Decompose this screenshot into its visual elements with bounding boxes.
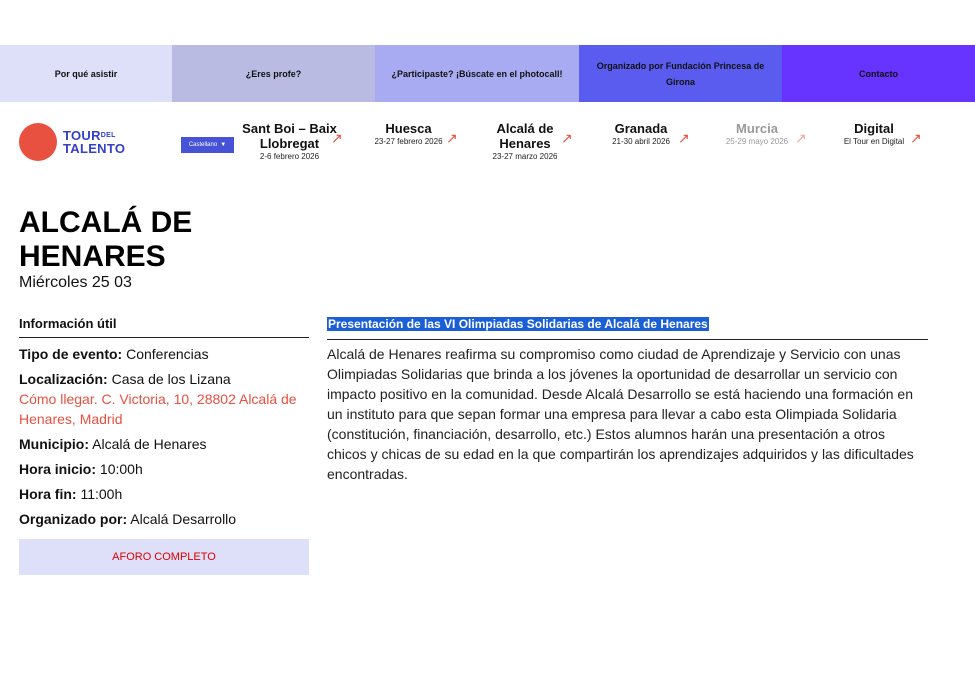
logo-circle-icon — [19, 123, 57, 161]
info-localizacion: Localización: Casa de los Lizana — [19, 369, 309, 389]
tour-del-talento-logo[interactable]: TOURDEL TALENTO — [19, 123, 159, 163]
city-digital[interactable]: Digital El Tour en Digital ↗ — [836, 121, 922, 148]
city-date: 23-27 febrero 2026 — [374, 137, 443, 146]
language-selected-label: Castellano — [188, 142, 218, 148]
arrow-up-right-icon: ↗ — [678, 130, 690, 146]
event-date: Miércoles 25 03 — [19, 274, 132, 291]
city-granada[interactable]: Granada 21-30 abril 2026 ↗ — [602, 121, 690, 148]
arrow-up-right-icon: ↗ — [561, 130, 573, 146]
nav-photocall[interactable]: ¿Participaste? ¡Búscate en el photocall! — [375, 45, 579, 102]
city-name: Huesca — [385, 121, 432, 136]
info-value: 11:00h — [80, 486, 123, 502]
info-value: Conferencias — [126, 346, 209, 362]
city-date: 21-30 abril 2026 — [612, 137, 670, 146]
city-date: 2-6 febrero 2026 — [259, 152, 320, 161]
info-organizado-por: Organizado por: Alcalá Desarrollo — [19, 509, 309, 529]
info-heading: Información útil — [19, 316, 309, 338]
arrow-up-right-icon: ↗ — [910, 130, 922, 146]
city-date: 25-29 mayo 2026 — [725, 137, 789, 146]
event-heading: Presentación de las VI Olimpiadas Solida… — [327, 315, 928, 340]
top-navigation: Por qué asistir ¿Eres profe? ¿Participas… — [0, 45, 975, 102]
info-value: Alcalá de Henares — [92, 436, 207, 452]
directions-link[interactable]: Cómo llegar. C. Victoria, 10, 28802 Alca… — [19, 391, 297, 427]
city-date: 23-27 marzo 2026 — [492, 152, 558, 161]
event-description: Alcalá de Henares reafirma su compromiso… — [327, 346, 914, 482]
info-value: Casa de los Lizana — [111, 371, 231, 387]
city-name: Alcalá de Henares — [496, 121, 554, 151]
page-title: ALCALÁ DE HENARES — [19, 206, 193, 273]
city-murcia[interactable]: Murcia 25-29 mayo 2026 ↗ — [717, 121, 807, 148]
city-name: Sant Boi – Baix Llobregat — [242, 121, 337, 151]
nav-contacto[interactable]: Contacto — [782, 45, 975, 102]
info-label: Tipo de evento: — [19, 346, 123, 362]
event-heading-text: Presentación de las VI Olimpiadas Solida… — [327, 317, 709, 331]
arrow-up-right-icon: ↗ — [795, 130, 807, 146]
logo-word-talento: TALENTO — [63, 141, 126, 156]
arrow-up-right-icon: ↗ — [446, 130, 458, 146]
aforo-completo-button[interactable]: AFORO COMPLETO — [19, 539, 309, 575]
logo-word-del: DEL — [100, 132, 116, 139]
city-date: El Tour en Digital — [843, 137, 905, 146]
nav-organizado-por[interactable]: Organizado por Fundación Princesa de Gir… — [579, 45, 782, 102]
info-label: Hora inicio: — [19, 461, 97, 477]
info-label: Localización: — [19, 371, 108, 387]
info-label: Hora fin: — [19, 486, 77, 502]
info-como-llegar: Cómo llegar. C. Victoria, 10, 28802 Alca… — [19, 389, 309, 429]
chevron-down-icon: ▼ — [220, 142, 227, 148]
nav-eres-profe[interactable]: ¿Eres profe? — [172, 45, 375, 102]
city-name: Digital — [854, 121, 894, 136]
city-huesca[interactable]: Huesca 23-27 febrero 2026 ↗ — [366, 121, 457, 148]
logo-text: TOURDEL TALENTO — [63, 129, 125, 155]
info-label: Municipio: — [19, 436, 89, 452]
info-hora-inicio: Hora inicio: 10:00h — [19, 459, 309, 479]
city-navigation: Sant Boi – Baix Llobregat 2-6 febrero 20… — [232, 121, 932, 171]
city-name: Granada — [614, 121, 668, 136]
city-name: Murcia — [736, 121, 778, 136]
nav-por-que-asistir[interactable]: Por qué asistir — [0, 45, 172, 102]
city-sant-boi[interactable]: Sant Boi – Baix Llobregat 2-6 febrero 20… — [232, 121, 347, 163]
info-tipo-evento: Tipo de evento: Conferencias — [19, 344, 309, 364]
info-value: Alcalá Desarrollo — [130, 511, 237, 527]
info-value: 10:00h — [99, 461, 143, 477]
language-select[interactable]: Castellano ▼ — [181, 137, 234, 153]
info-list: Tipo de evento: Conferencias Localizació… — [19, 344, 309, 534]
info-hora-fin: Hora fin: 11:00h — [19, 484, 309, 504]
info-label: Organizado por: — [19, 511, 128, 527]
city-alcala-de-henares[interactable]: Alcalá de Henares 23-27 marzo 2026 ↗ — [481, 121, 573, 163]
arrow-up-right-icon: ↗ — [331, 130, 343, 146]
info-municipio: Municipio: Alcalá de Henares — [19, 434, 309, 454]
